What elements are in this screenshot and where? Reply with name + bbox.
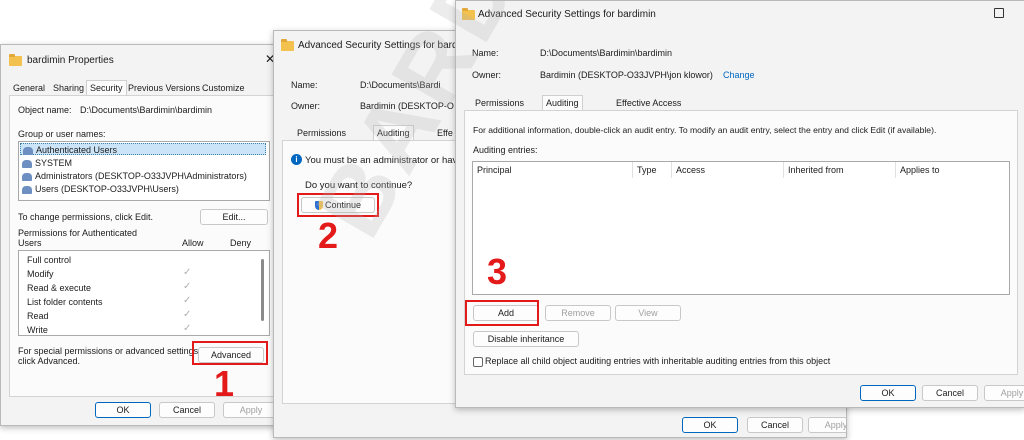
list-item[interactable]: SYSTEM — [22, 157, 72, 169]
owner-label: Owner: — [291, 101, 321, 111]
permissions-for-label: Permissions for Authenticated — [18, 228, 138, 238]
table-header: Principal Type Access Inherited from App… — [473, 162, 1009, 178]
advanced-security-window-auditing: Advanced Security Settings for bardimin … — [455, 0, 1024, 408]
users-icon — [22, 159, 32, 168]
owner-value: Bardimin (DESKTOP-O33JVPH\jon klowor) — [540, 70, 713, 80]
tab-sharing[interactable]: Sharing — [50, 81, 87, 95]
folder-icon — [281, 39, 294, 51]
step-number-1: 1 — [214, 363, 235, 404]
column-access[interactable]: Access — [672, 162, 784, 178]
folder-icon — [9, 54, 22, 66]
view-button[interactable]: View — [615, 305, 681, 321]
tab-permissions[interactable]: Permissions — [294, 126, 349, 140]
highlight-advanced — [192, 341, 268, 365]
name-value: D:\Documents\Bardimin\bardimin — [540, 48, 673, 58]
users-list[interactable]: Authenticated Users SYSTEM Administrator… — [18, 141, 270, 201]
column-principal[interactable]: Principal — [473, 162, 633, 178]
highlight-continue — [297, 193, 379, 217]
window-title: bardimin Properties — [27, 55, 114, 66]
object-name-value: D:\Documents\Bardimin\bardimin — [80, 105, 213, 115]
owner-value: Bardimin (DESKTOP-O — [360, 101, 454, 111]
replace-checkbox[interactable] — [473, 357, 483, 367]
cancel-button[interactable]: Cancel — [747, 417, 803, 433]
remove-button[interactable]: Remove — [545, 305, 611, 321]
tab-effective-access[interactable]: Effe — [434, 126, 456, 140]
deny-header: Deny — [230, 238, 252, 248]
apply-button[interactable]: Apply — [223, 402, 279, 418]
list-item[interactable]: Users (DESKTOP-O33JVPH\Users) — [22, 183, 179, 195]
auditing-panel: For additional information, double-click… — [464, 110, 1018, 375]
special-permissions-text: For special permissions or advanced sett… — [18, 346, 201, 356]
permissions-for-label-2: Users — [18, 238, 42, 248]
tab-previous-versions[interactable]: Previous Versions — [125, 81, 203, 95]
allow-check-icon: ✓ — [183, 309, 192, 320]
replace-checkbox-label: Replace all child object auditing entrie… — [485, 356, 831, 366]
admin-message: You must be an administrator or hav — [305, 155, 458, 166]
entries-label: Auditing entries: — [473, 145, 538, 155]
window-title: Advanced Security Settings for bardimin — [478, 9, 656, 20]
list-item[interactable]: Authenticated Users — [20, 143, 266, 155]
permission-row: List folder contents — [27, 297, 103, 307]
name-value: D:\Documents\Bardi — [360, 80, 441, 90]
change-owner-link[interactable]: Change — [723, 70, 755, 80]
name-label: Name: — [472, 48, 499, 58]
column-applies-to[interactable]: Applies to — [896, 162, 1009, 178]
ok-button[interactable]: OK — [860, 385, 916, 401]
tab-customize[interactable]: Customize — [199, 81, 248, 95]
edit-button[interactable]: Edit... — [200, 209, 268, 225]
tab-general[interactable]: General — [10, 81, 48, 95]
auditing-entries-table[interactable]: Principal Type Access Inherited from App… — [472, 161, 1010, 295]
folder-icon — [462, 8, 475, 20]
maximize-icon[interactable] — [994, 8, 1004, 18]
permission-row: Read — [27, 311, 49, 321]
users-icon — [22, 185, 32, 194]
group-label: Group or user names: — [18, 129, 106, 139]
ok-button[interactable]: OK — [682, 417, 738, 433]
allow-check-icon: ✓ — [183, 281, 192, 292]
allow-check-icon: ✓ — [183, 323, 192, 334]
step-number-3: 3 — [487, 251, 508, 292]
apply-button[interactable]: Apply — [984, 385, 1024, 401]
permission-row: Write — [27, 325, 48, 335]
tab-permissions[interactable]: Permissions — [472, 96, 527, 110]
highlight-add — [465, 300, 539, 326]
tab-security[interactable]: Security — [86, 80, 127, 95]
tab-effective-access[interactable]: Effective Access — [613, 96, 684, 110]
allow-header: Allow — [182, 238, 204, 248]
cancel-button[interactable]: Cancel — [922, 385, 978, 401]
permission-row: Modify — [27, 269, 54, 279]
properties-window: bardimin Properties ✕ General Sharing Se… — [0, 44, 284, 426]
owner-label: Owner: — [472, 70, 502, 80]
continue-question: Do you want to continue? — [305, 180, 413, 191]
step-number-2: 2 — [318, 215, 339, 256]
cancel-button[interactable]: Cancel — [159, 402, 215, 418]
info-icon: i — [291, 154, 302, 165]
name-label: Name: — [291, 80, 318, 90]
special-permissions-text-2: click Advanced. — [18, 356, 81, 366]
disable-inheritance-button[interactable]: Disable inheritance — [473, 331, 579, 347]
tab-auditing[interactable]: Auditing — [373, 125, 414, 140]
info-text: For additional information, double-click… — [473, 125, 937, 135]
permission-row: Read & execute — [27, 283, 92, 293]
allow-check-icon: ✓ — [183, 267, 192, 278]
change-permissions-text: To change permissions, click Edit. — [18, 212, 154, 222]
users-icon — [22, 172, 32, 181]
scrollbar[interactable] — [261, 259, 264, 321]
window-title: Advanced Security Settings for bardi — [298, 40, 460, 51]
list-item[interactable]: Administrators (DESKTOP-O33JVPH\Administ… — [22, 170, 247, 182]
permissions-list[interactable]: Full control Modify ✓ Read & execute ✓ L… — [18, 250, 270, 336]
ok-button[interactable]: OK — [95, 402, 151, 418]
permission-row: Full control — [27, 255, 72, 265]
column-type[interactable]: Type — [633, 162, 672, 178]
column-inherited-from[interactable]: Inherited from — [784, 162, 896, 178]
apply-button[interactable]: Apply — [808, 417, 846, 433]
tab-auditing[interactable]: Auditing — [542, 95, 583, 110]
allow-check-icon: ✓ — [183, 295, 192, 306]
users-icon — [23, 146, 33, 155]
object-name-label: Object name: — [18, 105, 72, 115]
